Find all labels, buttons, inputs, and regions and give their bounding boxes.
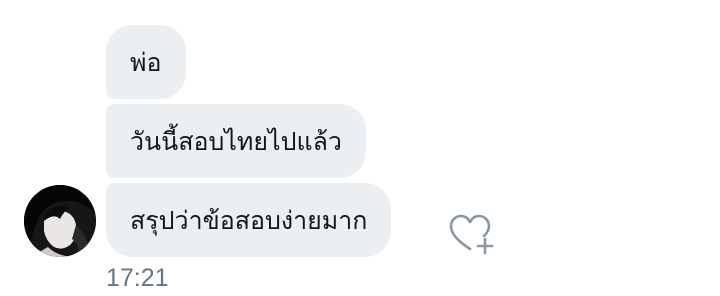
message-bubble[interactable]: วันนี้สอบไทยไปแล้ว: [106, 104, 366, 178]
sender-avatar[interactable]: [24, 185, 96, 257]
add-reaction-button[interactable]: [448, 212, 496, 256]
message-text: พ่อ: [130, 47, 162, 77]
user-avatar-icon: [24, 185, 96, 257]
message-thread: พ่อ วันนี้สอบไทยไปแล้ว สรุปว่าข้อสอบง่าย…: [0, 0, 720, 296]
message-bubble[interactable]: พ่อ: [106, 25, 186, 99]
message-text: วันนี้สอบไทยไปแล้ว: [130, 126, 342, 156]
message-bubble[interactable]: สรุปว่าข้อสอบง่ายมาก: [106, 183, 392, 257]
message-text: สรุปว่าข้อสอบง่ายมาก: [130, 205, 368, 235]
heart-add-icon: [449, 214, 494, 255]
message-timestamp: 17:21: [106, 264, 169, 292]
